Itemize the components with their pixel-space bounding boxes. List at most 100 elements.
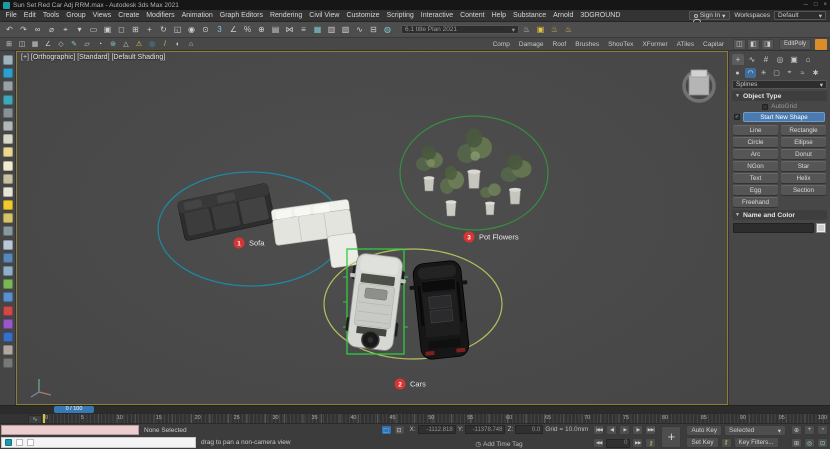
moon-tool-icon[interactable] xyxy=(3,240,13,250)
object-color-swatch[interactable] xyxy=(816,223,826,233)
menu-item-3dground[interactable]: 3DGROUND xyxy=(577,12,624,19)
menu-item-modifiers[interactable]: Modifiers xyxy=(143,12,178,19)
edit-named-selection-sets-icon[interactable]: ▤ xyxy=(269,23,282,36)
sphere-tool-icon[interactable] xyxy=(3,147,13,157)
grid-icon[interactable]: ▦ xyxy=(29,39,41,50)
start-new-shape-button[interactable]: Start New Shape xyxy=(743,112,825,122)
orbit-subobject-icon[interactable]: ◎ xyxy=(804,438,815,448)
use-pivot-point-icon[interactable]: ◉ xyxy=(185,23,198,36)
render-production-icon[interactable]: ♨ xyxy=(548,23,561,36)
shape-button-arc[interactable]: Arc xyxy=(733,149,778,159)
helpers-category-icon[interactable]: ⌖ xyxy=(784,68,795,78)
books-tool-icon[interactable] xyxy=(3,345,13,355)
graphite-ribbon-icon[interactable]: ▧ xyxy=(339,23,352,36)
redo-icon[interactable]: ↷ xyxy=(17,23,30,36)
render-setup-icon[interactable]: ♨ xyxy=(520,23,533,36)
angle-snap-icon[interactable]: ∠ xyxy=(227,23,240,36)
maximize-viewport-icon[interactable]: ⊡ xyxy=(817,438,828,448)
start-new-shape-checkbox[interactable]: ✓ xyxy=(734,114,740,120)
potted-plants[interactable] xyxy=(416,128,532,216)
shape-button-star[interactable]: Star xyxy=(781,161,826,171)
target-icon[interactable]: ◎ xyxy=(146,39,158,50)
plugin-button-roof[interactable]: Roof xyxy=(553,41,567,48)
purple-tool-icon[interactable] xyxy=(3,319,13,329)
plugin-button-comp[interactable]: Comp xyxy=(493,41,510,48)
menu-item-animation[interactable]: Animation xyxy=(178,12,216,19)
key-filters-button[interactable]: Key Filters... xyxy=(734,437,779,448)
spinner-snap-icon[interactable]: ⊕ xyxy=(255,23,268,36)
colorgrid-tool-icon[interactable] xyxy=(3,306,13,316)
plugin-button-brushes[interactable]: Brushes xyxy=(575,41,599,48)
select-and-manipulate-icon[interactable]: ⊙ xyxy=(199,23,212,36)
set-keys-icon[interactable]: ⚷ xyxy=(721,438,732,448)
black-car[interactable] xyxy=(407,259,475,361)
globe-tool-icon[interactable] xyxy=(3,266,13,276)
menu-item-edit[interactable]: Edit xyxy=(20,12,39,19)
menu-item-file[interactable]: File xyxy=(2,12,20,19)
shape-button-freehand[interactable]: Freehand xyxy=(733,197,778,207)
menu-item-tools[interactable]: Tools xyxy=(39,12,62,19)
menu-item-customize[interactable]: Customize xyxy=(343,12,383,19)
set-key-button[interactable]: Set Key xyxy=(686,437,718,448)
name-and-color-rollout[interactable]: ▼ Name and Color xyxy=(732,210,827,220)
white-sofa[interactable] xyxy=(271,199,359,275)
triangle-icon[interactable]: △ xyxy=(120,39,132,50)
plugin-orange-icon[interactable] xyxy=(815,39,827,50)
selection-lock-icon[interactable]: ⊡ xyxy=(394,425,405,435)
view-cube[interactable] xyxy=(684,70,714,101)
light-sphere-tool-icon[interactable] xyxy=(3,161,13,171)
menu-item-rendering[interactable]: Rendering xyxy=(266,12,305,19)
shape-button-helix[interactable]: Helix xyxy=(781,173,826,183)
angle-icon[interactable]: ∠ xyxy=(42,39,54,50)
previous-frame-button[interactable]: ◀| xyxy=(606,425,617,435)
time-slider[interactable]: 0 / 100 xyxy=(54,406,94,413)
plugin-button-damage[interactable]: Damage xyxy=(519,41,544,48)
mirror-icon[interactable]: ⋈ xyxy=(283,23,296,36)
shape-button-line[interactable]: Line xyxy=(733,125,778,135)
menu-item-views[interactable]: Views xyxy=(89,12,115,19)
image-tool-icon[interactable] xyxy=(3,68,13,78)
olive-sphere-tool-icon[interactable] xyxy=(3,213,13,223)
toggle-layer-explorer-icon[interactable]: ▥ xyxy=(325,23,338,36)
shape-button-egg[interactable]: Egg xyxy=(733,185,778,195)
maxscript-listener-white[interactable] xyxy=(1,437,196,448)
editpoly-button[interactable]: EditPoly xyxy=(779,39,811,50)
go-to-end-button[interactable]: ▶▶| xyxy=(645,425,656,435)
sign-in-button[interactable]: Sign In ▾ xyxy=(689,11,731,20)
shape-button-ngon[interactable]: NGon xyxy=(733,161,778,171)
close-button[interactable]: × xyxy=(823,1,827,9)
menu-item-create[interactable]: Create xyxy=(115,12,143,19)
menu-item-content[interactable]: Content xyxy=(457,12,489,19)
align-icon[interactable]: ≡ xyxy=(297,23,310,36)
bone-tool-icon[interactable] xyxy=(3,121,13,131)
menu-item-civil-view[interactable]: Civil View xyxy=(306,12,343,19)
clock-icon[interactable]: ◔ xyxy=(94,39,106,50)
geometry-category-icon[interactable]: ● xyxy=(732,68,743,78)
spline-category-dropdown[interactable]: Splines ▾ xyxy=(732,80,827,89)
motion-tab[interactable]: ◎ xyxy=(774,54,786,65)
draw-icon[interactable]: ✎ xyxy=(68,39,80,50)
play-button[interactable]: ▶ xyxy=(619,425,630,435)
white-suv[interactable] xyxy=(341,252,408,352)
viewport[interactable]: [+] [Orthographic] [Standard] [Default S… xyxy=(16,51,728,405)
globe2-tool-icon[interactable] xyxy=(3,292,13,302)
maxscript-mini-listener[interactable] xyxy=(1,425,139,435)
cameras-category-icon[interactable]: ▢ xyxy=(771,68,782,78)
menu-item-interactive[interactable]: Interactive xyxy=(417,12,456,19)
hierarchy-tab[interactable]: # xyxy=(760,54,772,65)
object-name-field[interactable] xyxy=(733,223,814,233)
cone-tool-icon[interactable] xyxy=(3,187,13,197)
menu-item-scripting[interactable]: Scripting xyxy=(383,12,417,19)
viewport-maximize-icon[interactable]: ◨ xyxy=(761,39,774,50)
key-selected-dropdown[interactable]: Selected ▾ xyxy=(724,425,786,436)
shape-button-ellipse[interactable]: Ellipse xyxy=(781,137,826,147)
menu-item-substance[interactable]: Substance xyxy=(510,12,550,19)
menu-item-arnold[interactable]: Arnold xyxy=(550,12,577,19)
next-frame-button[interactable]: |▶ xyxy=(632,425,643,435)
circle-tool-icon[interactable] xyxy=(3,358,13,368)
rectangular-selection-region-icon[interactable]: ◻ xyxy=(115,23,128,36)
auto-key-button[interactable]: Auto Key xyxy=(686,425,722,436)
create-tab[interactable]: + xyxy=(732,54,744,65)
viewport-split-icon[interactable]: ◧ xyxy=(747,39,760,50)
rain-tool-icon[interactable] xyxy=(3,226,13,236)
